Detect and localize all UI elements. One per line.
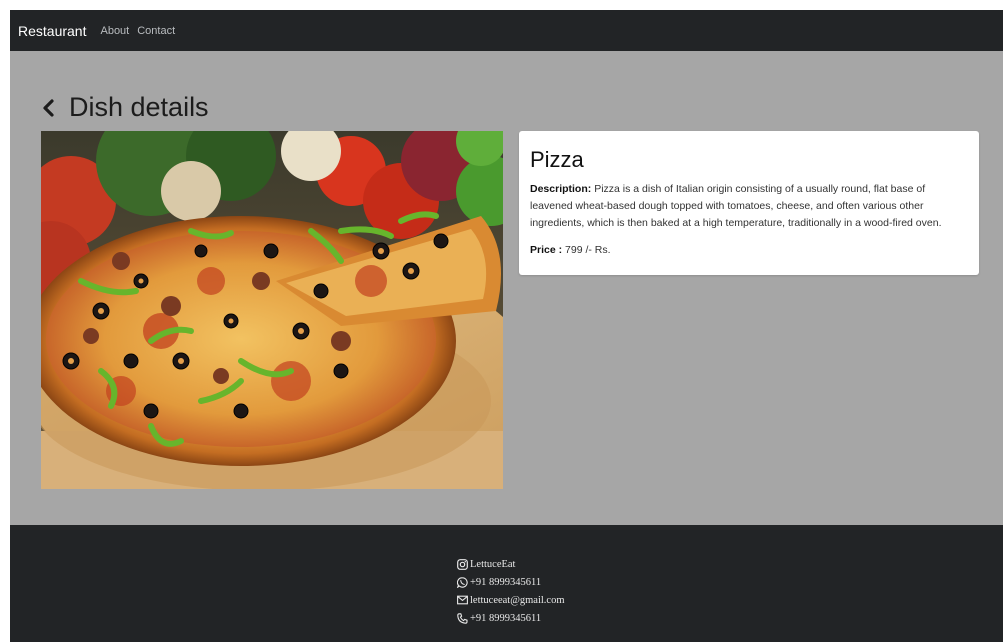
envelope-icon [456,594,468,606]
description-text: Pizza is a dish of Italian origin consis… [530,183,942,229]
dish-description: Description: Pizza is a dish of Italian … [530,181,969,232]
footer-contacts: LettuceEat +91 8999345611 lettuceeat@gma… [456,555,565,627]
whatsapp-icon [456,576,468,588]
price-label: Price : [530,244,563,256]
dish-name: Pizza [530,147,584,172]
dish-image [41,131,503,489]
phone-number: +91 8999345611 [470,612,542,624]
dish-price: Price : 799 /- Rs. [530,244,969,256]
footer-whatsapp[interactable]: +91 8999345611 [456,573,565,591]
footer-instagram[interactable]: LettuceEat [456,555,565,573]
nav-link-about[interactable]: About [100,25,129,37]
description-label: Description: [530,183,592,195]
whatsapp-number: +91 8999345611 [470,576,542,588]
page-heading: Dish details [41,92,209,123]
footer: LettuceEat +91 8999345611 lettuceeat@gma… [10,525,1003,642]
navbar-brand[interactable]: Restaurant [18,23,86,39]
nav-link-contact[interactable]: Contact [137,25,175,37]
dish-card: Pizza Description: Pizza is a dish of It… [519,131,979,275]
email-address: lettuceeat@gmail.com [470,594,565,606]
navbar: Restaurant About Contact [10,10,1003,51]
instagram-handle: LettuceEat [470,558,516,570]
footer-email[interactable]: lettuceeat@gmail.com [456,591,565,609]
footer-phone[interactable]: +91 8999345611 [456,609,565,627]
phone-icon [456,612,468,624]
page-title: Dish details [69,92,209,122]
app-frame: Restaurant About Contact Dish details Pi… [10,10,1003,642]
chevron-left-icon[interactable] [41,93,63,123]
instagram-icon [456,558,468,570]
price-value: 799 /- Rs. [565,244,611,256]
